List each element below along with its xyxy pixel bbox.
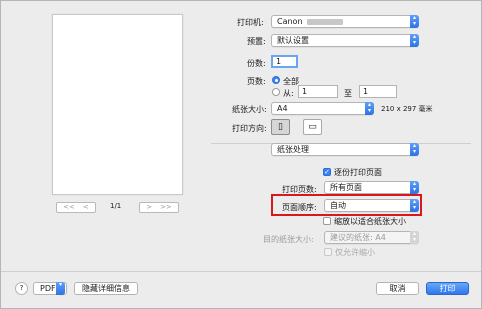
pages-to-print-select[interactable]: 所有页面 ▴ ▾ [324, 181, 419, 194]
pdf-dropdown[interactable]: ▾ [56, 282, 65, 295]
orientation-label: 打印方向: [232, 124, 267, 133]
footer-divider [1, 271, 481, 272]
help-icon: ? [19, 284, 24, 292]
first-page-label: << [63, 203, 75, 211]
pages-to-print-value: 所有页面 [330, 183, 362, 192]
printer-name-redacted [306, 18, 343, 25]
first-page-button[interactable]: << < [56, 202, 96, 213]
paper-size-select[interactable]: A4 ▴ ▾ [271, 102, 374, 115]
print-label: 打印 [439, 284, 456, 293]
page-count: 1/1 [110, 202, 122, 210]
paper-dimensions: 210 x 297 毫米 [381, 105, 433, 113]
pdf-label: PDF [40, 284, 56, 293]
portrait-icon: ▯ [278, 122, 283, 132]
chevron-updown-icon: ▴ ▾ [410, 143, 419, 156]
destination-paper-select[interactable]: 建议的纸张: A4 ▴ ▾ [324, 231, 419, 244]
chevron-down-icon: ▾ [56, 282, 65, 295]
chevron-updown-icon: ▴ ▾ [410, 181, 419, 194]
orientation-landscape-button[interactable]: ▭ [303, 119, 322, 135]
last-page-label: >> [160, 203, 172, 211]
pages-from-label: 从: [283, 89, 294, 98]
copies-field[interactable]: 1 [271, 55, 298, 68]
panel-select-value: 纸张处理 [277, 145, 309, 154]
panel-select[interactable]: 纸张处理 ▴ ▾ [271, 143, 419, 156]
chevron-updown-icon: ▴ ▾ [410, 15, 419, 28]
orientation-portrait-button[interactable]: ▯ [271, 119, 290, 135]
page-preview [52, 14, 183, 195]
chevron-updown-icon: ▴ ▾ [410, 231, 419, 244]
next-page-label: > [146, 203, 153, 211]
scale-down-only-label: 仅允许缩小 [335, 248, 375, 257]
pages-all-radio[interactable] [272, 76, 280, 84]
collate-label: 逐份打印页面 [334, 168, 382, 177]
scale-to-fit-checkbox[interactable] [323, 217, 331, 225]
checkmark-icon: ✓ [324, 168, 330, 176]
pages-label: 页数: [247, 77, 266, 86]
pages-to-label: 至 [344, 89, 352, 98]
print-button[interactable]: 打印 [426, 282, 469, 295]
chevron-updown-icon: ▴ ▾ [410, 34, 419, 47]
scale-to-fit-label: 缩放以适合纸张大小 [334, 217, 406, 226]
pages-all-label: 全部 [283, 77, 299, 86]
printer-label: 打印机: [237, 18, 264, 27]
presets-label: 预置: [247, 37, 266, 46]
printer-select[interactable]: Canon ▴ ▾ [271, 15, 419, 28]
cancel-button[interactable]: 取消 [376, 282, 419, 295]
presets-value: 默认设置 [277, 36, 309, 45]
presets-select[interactable]: 默认设置 ▴ ▾ [271, 34, 419, 47]
help-button[interactable]: ? [15, 282, 28, 295]
paper-size-label: 纸张大小: [232, 105, 267, 114]
pages-from-radio[interactable] [272, 88, 280, 96]
destination-paper-label: 目的纸张大小: [263, 235, 314, 244]
collate-checkbox[interactable]: ✓ [323, 168, 331, 176]
printer-value: Canon [277, 17, 303, 26]
next-page-button[interactable]: > >> [139, 202, 179, 213]
paper-size-value: A4 [277, 104, 288, 113]
destination-paper-value: 建议的纸张: A4 [330, 233, 386, 242]
prev-page-label: < [82, 203, 89, 211]
landscape-icon: ▭ [308, 122, 317, 132]
pages-from-field[interactable]: 1 [298, 85, 338, 98]
scale-down-only-checkbox[interactable] [324, 248, 332, 256]
hide-details-label: 隐藏详细信息 [82, 284, 130, 293]
chevron-updown-icon: ▴ ▾ [365, 102, 374, 115]
red-highlight-box [271, 194, 422, 216]
pages-to-field[interactable]: 1 [359, 85, 397, 98]
print-dialog: << < 1/1 > >> 打印机: Canon ▴ ▾ 预置: 默认设置 ▴ ▾ 份数… [0, 0, 482, 309]
hide-details-button[interactable]: 隐藏详细信息 [74, 282, 138, 295]
copies-label: 份数: [247, 59, 266, 68]
cancel-label: 取消 [389, 284, 406, 293]
